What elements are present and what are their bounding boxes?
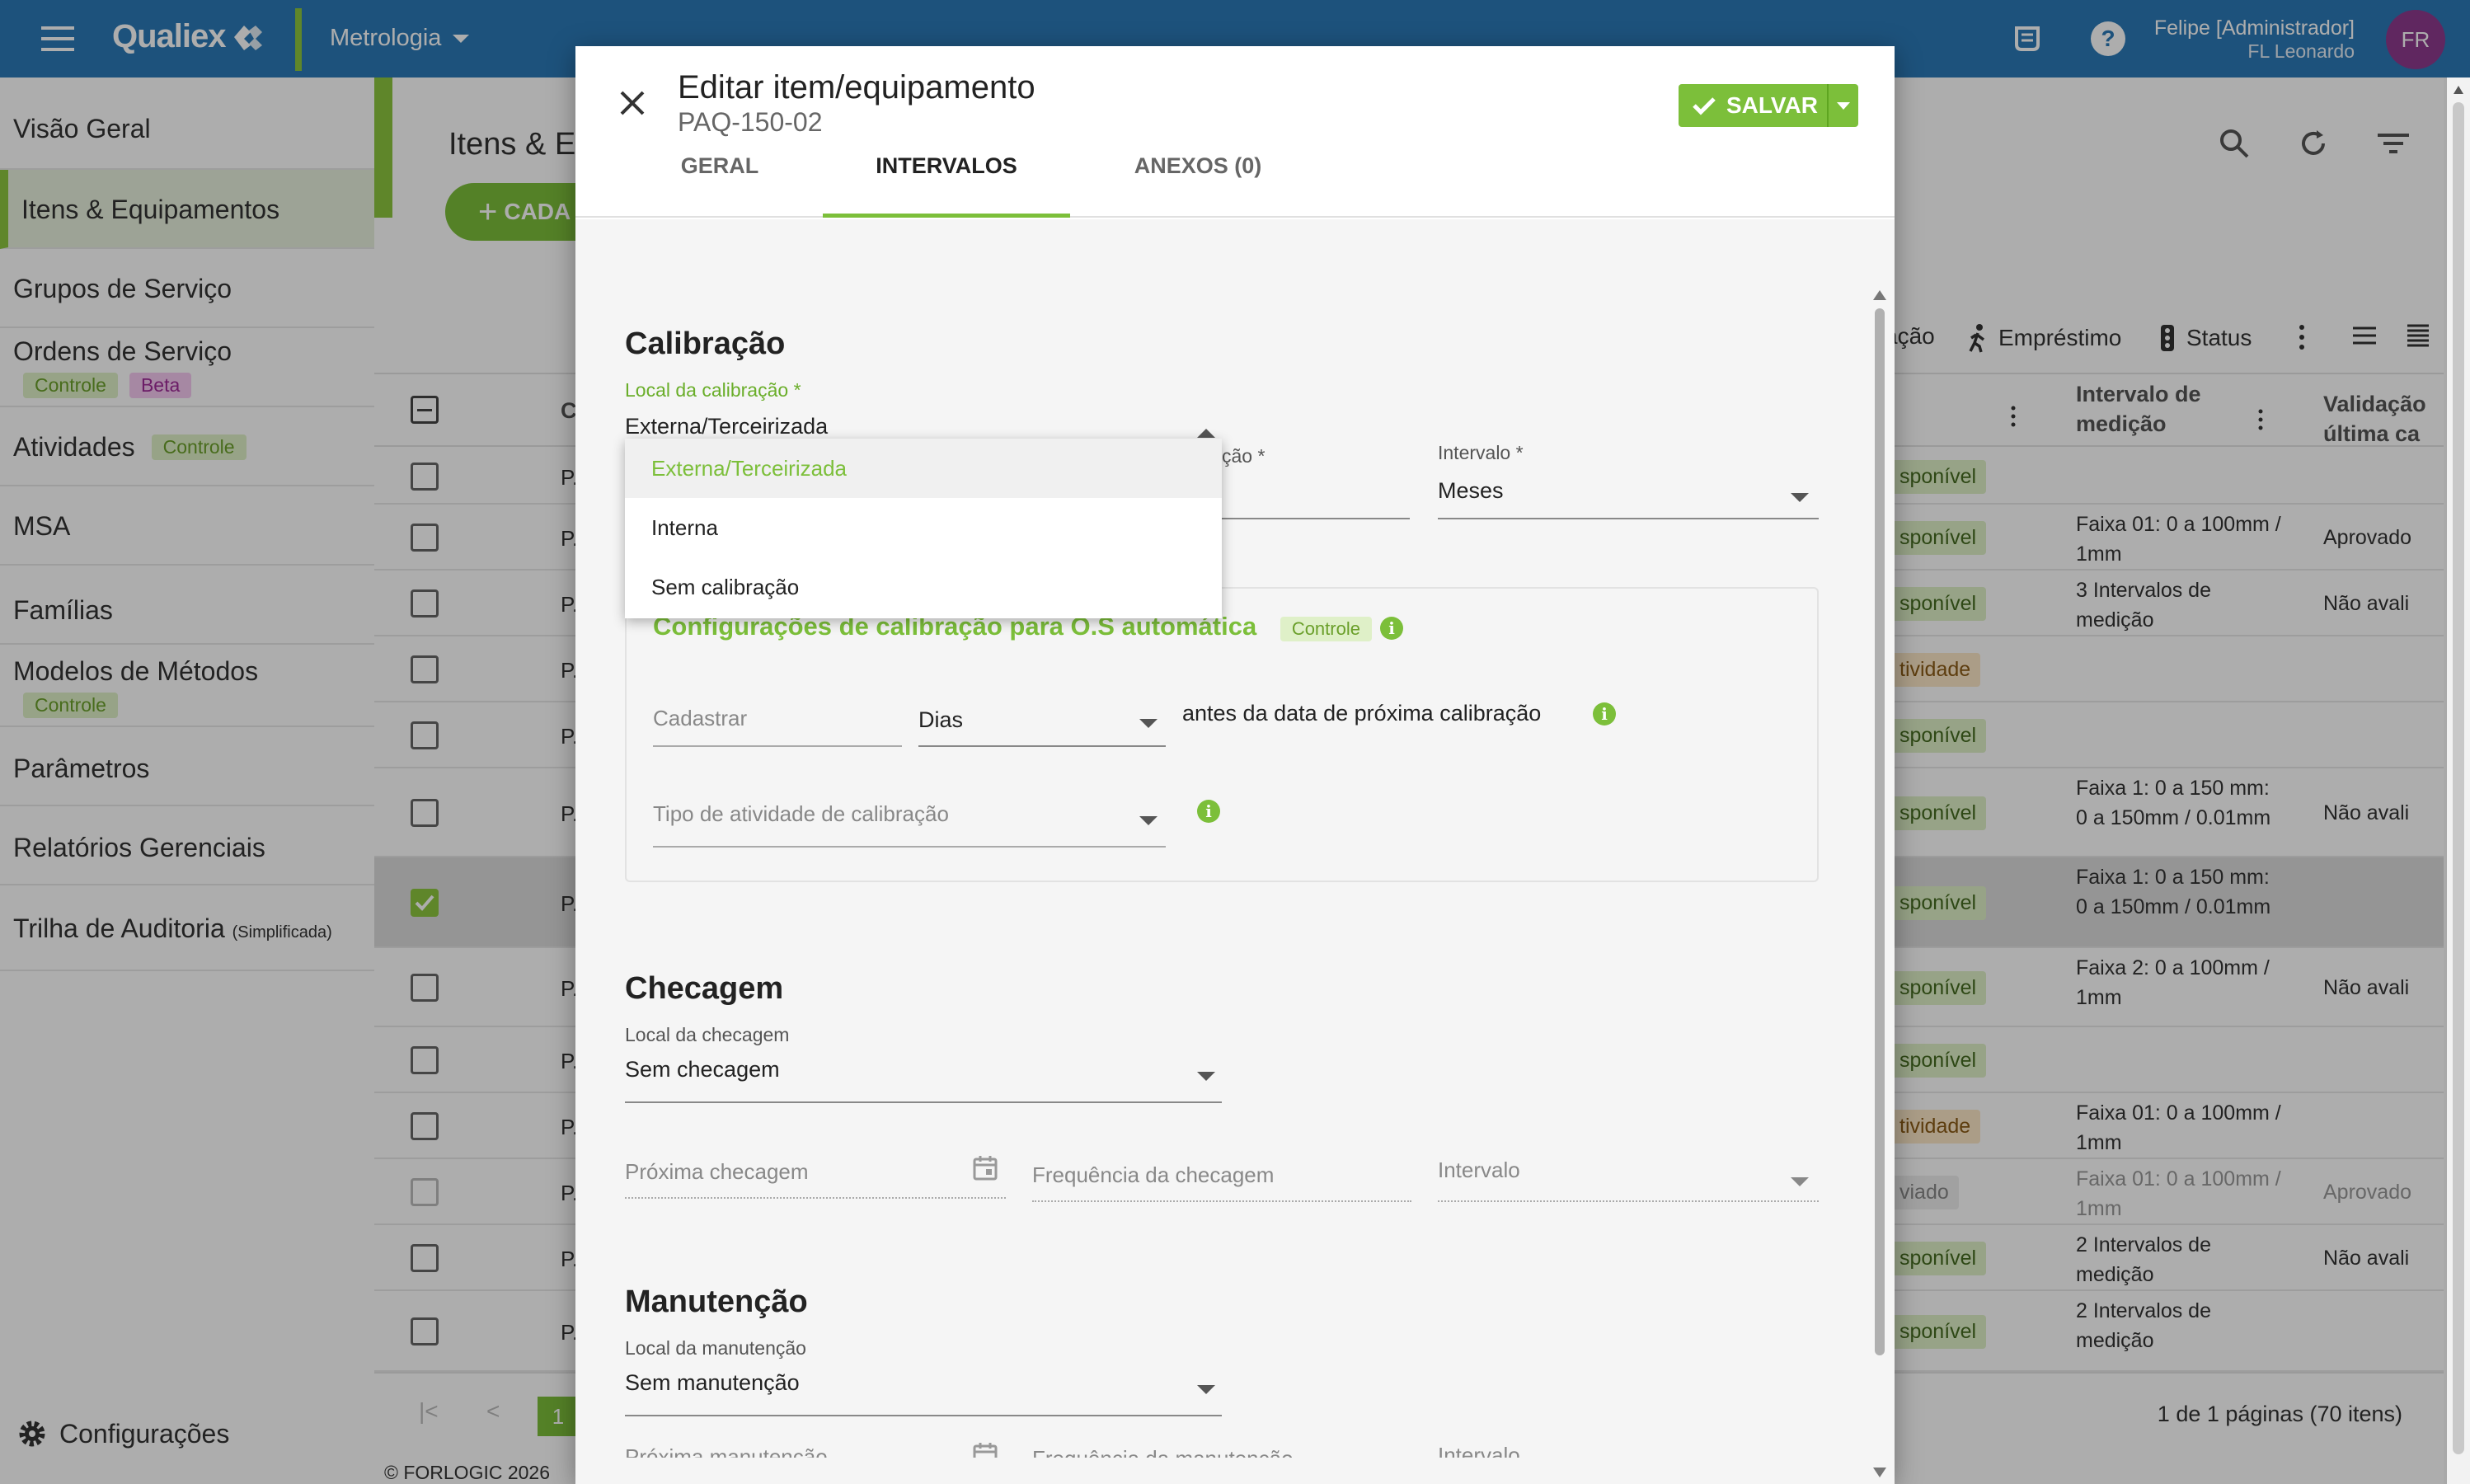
chevron-down-icon [1197, 1072, 1215, 1081]
option-interna[interactable]: Interna [625, 498, 1222, 557]
manutencao-next-row: Próxima manutenção Frequência da manuten… [575, 1430, 1862, 1458]
chevron-down-icon [1139, 816, 1158, 825]
calibracao-section-title: Calibração [625, 326, 786, 361]
chevron-up-icon [1197, 429, 1215, 438]
local-manutencao-label: Local da manutenção [625, 1337, 806, 1359]
option-sem-calibracao[interactable]: Sem calibração [625, 557, 1222, 617]
option-externa[interactable]: Externa/Terceirizada [625, 439, 1222, 498]
proxima-checagem-placeholder: Próxima checagem [625, 1159, 809, 1184]
calendar-icon[interactable] [973, 1441, 998, 1458]
tipo-atividade-placeholder: Tipo de atividade de calibração [653, 801, 949, 826]
local-checagem-underline [625, 1101, 1222, 1103]
dialog-header: Editar item/equipamento PAQ-150-02 SALVA… [575, 46, 1895, 218]
calendar-icon[interactable] [973, 1154, 998, 1181]
local-calibracao-value: Externa/Terceirizada [625, 414, 829, 439]
close-icon[interactable] [618, 89, 646, 117]
controle-badge: Controle [1280, 617, 1372, 641]
intervalo-underline [1438, 518, 1819, 519]
info-icon[interactable]: i [1380, 617, 1403, 640]
scroll-up-icon[interactable] [1873, 290, 1886, 300]
intervalo-manutencao-placeholder[interactable]: Intervalo [1438, 1443, 1520, 1458]
local-calibracao-label: Local da calibração * [625, 379, 801, 401]
dialog-scrollbar[interactable] [1871, 290, 1888, 1477]
cadastrar-underline [653, 745, 902, 747]
intervalo-checagem-placeholder: Intervalo [1438, 1158, 1520, 1182]
info-icon[interactable]: i [1593, 702, 1616, 726]
save-button[interactable]: SALVAR [1679, 84, 1858, 127]
dialog-subtitle: PAQ-150-02 [678, 107, 823, 137]
frequencia-manutencao-placeholder[interactable]: Frequência da manutenção [1032, 1446, 1294, 1458]
intervalo-label: Intervalo * [1438, 442, 1524, 463]
frequencia-checagem-underline [1032, 1200, 1411, 1202]
local-calibracao-dropdown: Externa/Terceirizada Interna Sem calibra… [625, 439, 1222, 618]
local-checagem-label: Local da checagem [625, 1024, 790, 1045]
tab-geral[interactable]: GERAL [625, 153, 815, 218]
tipo-atividade-underline [653, 846, 1166, 848]
dialog-body: Calibração Local da calibração * Externa… [575, 219, 1895, 1484]
chevron-down-icon [1791, 1177, 1809, 1186]
check-icon [1693, 97, 1716, 115]
dialog-scroll-thumb[interactable] [1875, 308, 1885, 1355]
local-checagem-value: Sem checagem [625, 1057, 780, 1082]
save-options-caret-icon[interactable] [1827, 84, 1858, 127]
intervalo-value: Meses [1438, 478, 1504, 503]
dias-value: Dias [918, 707, 964, 732]
chevron-down-icon [1139, 719, 1158, 728]
dias-underline [918, 745, 1166, 747]
chevron-down-icon [1197, 1385, 1215, 1394]
cadastrar-input[interactable]: Cadastrar [653, 706, 747, 731]
frequencia-checagem-placeholder: Frequência da checagem [1032, 1162, 1275, 1187]
proxima-checagem-underline [625, 1197, 1006, 1199]
scroll-down-icon[interactable] [1873, 1468, 1886, 1477]
frequencia-calibracao-label: ção * [1222, 445, 1266, 467]
local-manutencao-value: Sem manutenção [625, 1370, 800, 1395]
tab-anexos[interactable]: ANEXOS (0) [1095, 153, 1301, 218]
tab-intervalos[interactable]: INTERVALOS [823, 153, 1070, 218]
local-manutencao-underline [625, 1415, 1222, 1416]
antes-text: antes da data de próxima calibração [1182, 701, 1542, 726]
page-scrollbar[interactable] [2447, 77, 2470, 1484]
info-icon[interactable]: i [1197, 800, 1220, 823]
edit-item-dialog: Editar item/equipamento PAQ-150-02 SALVA… [575, 46, 1895, 1484]
chevron-down-icon [1791, 493, 1809, 502]
intervalo-checagem-underline [1438, 1200, 1819, 1202]
save-button-label: SALVAR [1726, 92, 1818, 118]
manutencao-section-title: Manutenção [625, 1284, 808, 1319]
dialog-title: Editar item/equipamento [678, 69, 1035, 106]
auto-os-config-box: Configurações de calibração para O.S aut… [625, 587, 1819, 882]
checagem-section-title: Checagem [625, 971, 784, 1006]
frequencia-calibracao-field[interactable] [1222, 518, 1410, 519]
proxima-manutencao-placeholder[interactable]: Próxima manutenção [625, 1444, 828, 1458]
